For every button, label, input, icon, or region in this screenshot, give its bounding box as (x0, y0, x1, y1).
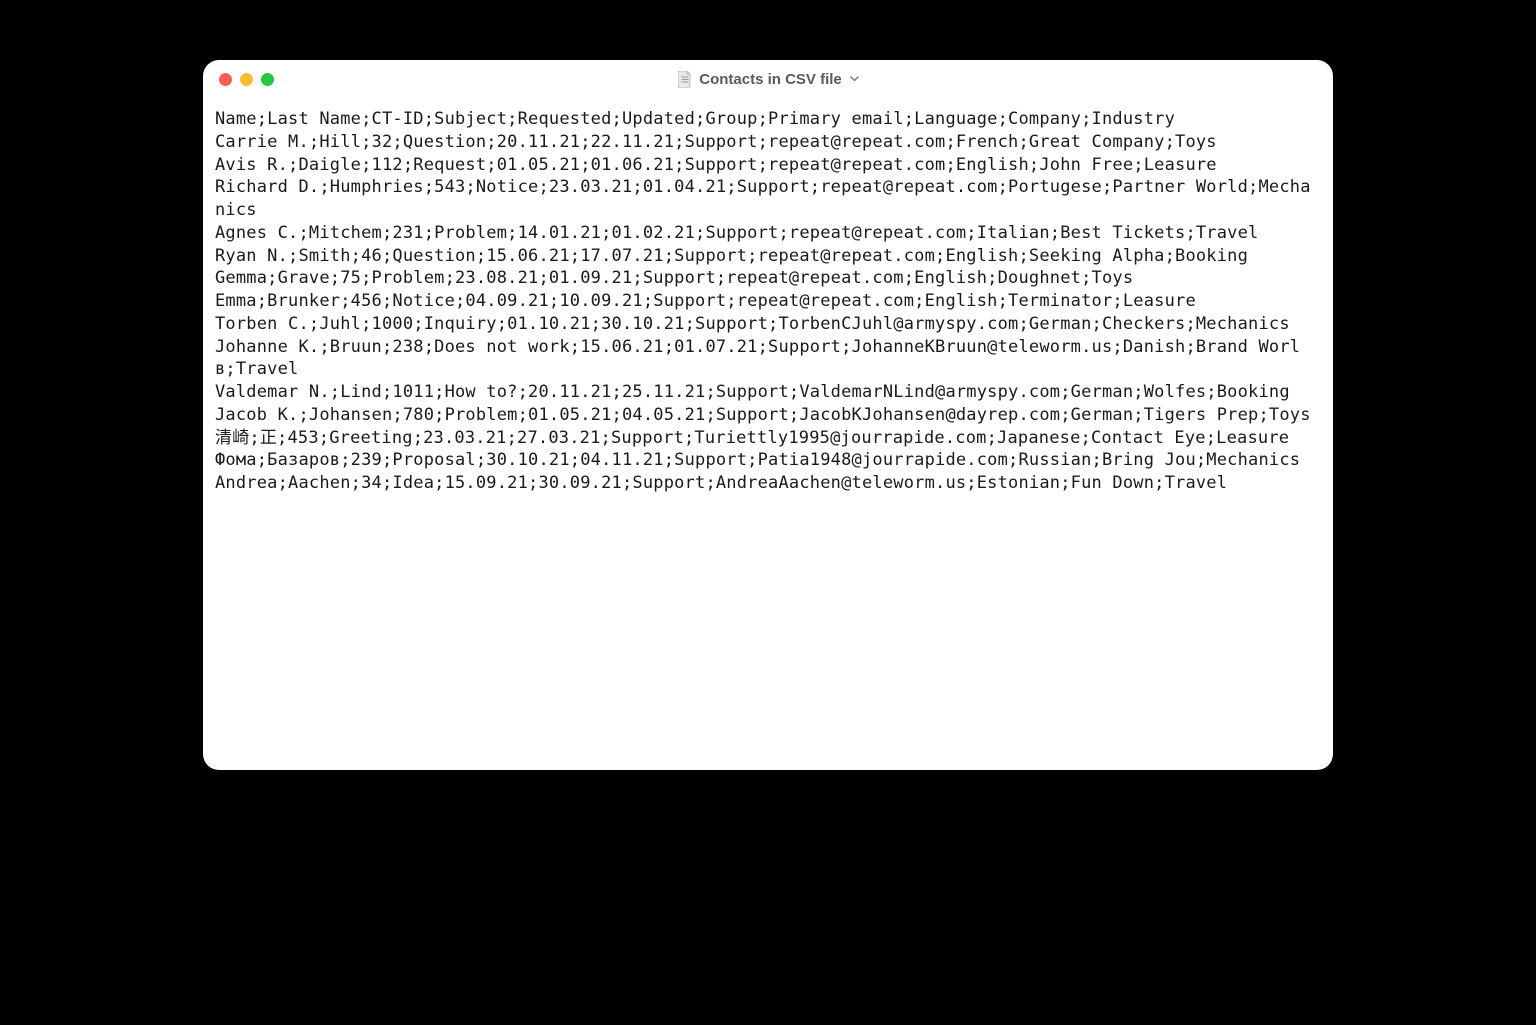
document-icon (677, 70, 693, 88)
window-controls (219, 73, 274, 86)
close-button[interactable] (219, 73, 232, 86)
window-titlebar: Contacts in CSV file (203, 60, 1333, 98)
minimize-button[interactable] (240, 73, 253, 86)
chevron-down-icon (850, 73, 859, 85)
window-title: Contacts in CSV file (699, 71, 842, 88)
text-editor-window: Contacts in CSV file Name;Last Name;CT-I… (203, 60, 1333, 770)
text-content-area[interactable]: Name;Last Name;CT-ID;Subject;Requested;U… (203, 98, 1333, 770)
window-title-group[interactable]: Contacts in CSV file (677, 70, 859, 88)
maximize-button[interactable] (261, 73, 274, 86)
